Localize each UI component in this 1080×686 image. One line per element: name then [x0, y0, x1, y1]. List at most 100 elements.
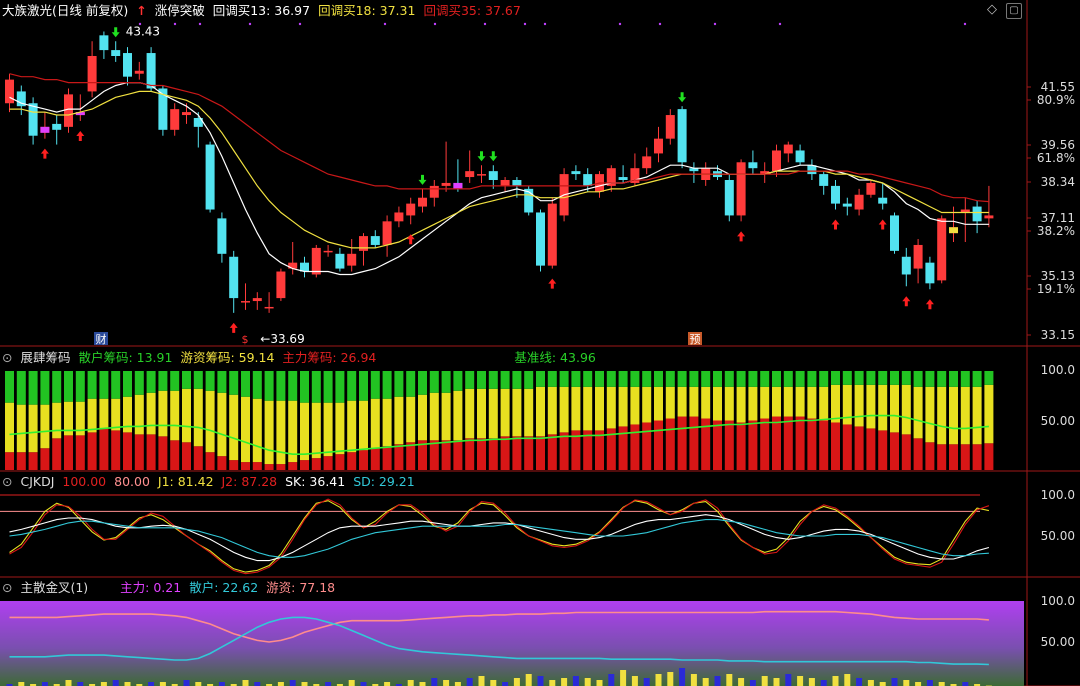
main-force-bar — [926, 680, 933, 686]
candle-body[interactable] — [394, 212, 404, 222]
sell-arrow-icon — [678, 92, 687, 103]
panel1-name[interactable]: 展肆筹码 — [20, 350, 70, 365]
candle-body[interactable] — [819, 174, 829, 186]
candle-body[interactable] — [665, 115, 675, 139]
chip-bar — [52, 402, 62, 439]
candle-body[interactable] — [134, 70, 144, 74]
candle-body[interactable] — [182, 112, 191, 116]
candle-body[interactable] — [831, 185, 840, 204]
diamond-icon[interactable]: ◇ — [985, 3, 999, 17]
main-force-bar — [431, 678, 438, 686]
candle-body[interactable] — [87, 56, 97, 92]
candle-body[interactable] — [724, 180, 734, 216]
candle-body[interactable] — [418, 197, 427, 207]
candle-body[interactable] — [571, 171, 581, 175]
candle-body[interactable] — [370, 236, 380, 245]
candle-body[interactable] — [842, 203, 852, 207]
signal-candle[interactable] — [40, 126, 50, 133]
candle-body[interactable] — [123, 53, 132, 77]
candle-body[interactable] — [500, 180, 510, 186]
candle-body[interactable] — [748, 162, 758, 169]
candle-body[interactable] — [241, 301, 250, 303]
candle-body[interactable] — [583, 174, 593, 186]
candle-body[interactable] — [382, 221, 392, 245]
candle-body[interactable] — [866, 182, 876, 195]
candle-body[interactable] — [890, 215, 899, 251]
candle-body[interactable] — [335, 253, 345, 269]
candle-body[interactable] — [536, 212, 545, 266]
candle-body[interactable] — [52, 123, 62, 130]
chip-bar — [134, 371, 144, 395]
candle-body[interactable] — [972, 206, 982, 222]
marker-dot — [298, 22, 302, 26]
main-force-bar — [18, 682, 25, 686]
chip-bar — [748, 420, 758, 470]
candle-body[interactable] — [913, 244, 923, 269]
candle-body[interactable] — [477, 174, 486, 176]
candle-body[interactable] — [146, 53, 156, 89]
stock-title[interactable]: 大族激光(日线 前复权) — [2, 3, 128, 18]
chip-bar — [205, 452, 215, 470]
candle-body[interactable] — [512, 180, 522, 186]
main-force-bar — [856, 678, 863, 686]
candle-body[interactable] — [99, 35, 109, 51]
event-badge-yu[interactable]: 预 — [688, 332, 702, 346]
candle-body[interactable] — [488, 171, 498, 180]
panel-toggle-button[interactable]: ▢ — [1006, 3, 1022, 19]
candle-body[interactable] — [347, 253, 357, 266]
signal-candle[interactable] — [949, 227, 958, 234]
chip-bar — [547, 371, 557, 387]
candle-body[interactable] — [359, 236, 368, 251]
candle-body[interactable] — [28, 103, 38, 136]
marker-dot — [483, 22, 487, 26]
chip-bar — [606, 386, 616, 429]
candle-body[interactable] — [311, 247, 321, 275]
candle-body[interactable] — [937, 218, 947, 281]
panel3-name[interactable]: 主散金叉(1) — [20, 580, 88, 595]
collapse-icon[interactable]: ⊙ — [2, 474, 12, 489]
candle-body[interactable] — [772, 150, 781, 172]
candle-body[interactable] — [854, 194, 864, 210]
candle-body[interactable] — [205, 144, 215, 210]
candle-body[interactable] — [736, 162, 746, 216]
candle-body[interactable] — [642, 156, 652, 169]
candle-body[interactable] — [984, 215, 994, 219]
candle-body[interactable] — [111, 50, 121, 56]
candle-body[interactable] — [170, 109, 180, 130]
candle-body[interactable] — [878, 197, 888, 204]
candle-body[interactable] — [406, 203, 416, 216]
candle-body[interactable] — [795, 150, 805, 163]
candle-body[interactable] — [783, 144, 793, 154]
candle-body[interactable] — [5, 79, 14, 104]
candle-body[interactable] — [323, 250, 333, 253]
candle-body[interactable] — [441, 182, 451, 186]
candle-body[interactable] — [429, 185, 439, 198]
candle-body[interactable] — [547, 203, 557, 266]
chip-bar — [984, 384, 994, 444]
chip-bar — [536, 386, 545, 437]
indicator-name[interactable]: 涨停突破 — [155, 3, 205, 18]
event-badge-cai[interactable]: 财 — [94, 332, 108, 346]
candle-body[interactable] — [229, 256, 239, 299]
candle-body[interactable] — [901, 256, 911, 275]
candle-body[interactable] — [264, 306, 274, 309]
signal-candle[interactable] — [453, 182, 463, 189]
event-badge-s[interactable]: $ — [238, 332, 252, 346]
chip-bar — [16, 371, 26, 405]
candle-body[interactable] — [64, 94, 73, 127]
panel2-name[interactable]: CJKDJ — [20, 474, 54, 489]
candle-body[interactable] — [618, 177, 628, 180]
candle-body[interactable] — [252, 298, 262, 302]
chip-bar — [170, 440, 180, 470]
candle-body[interactable] — [465, 171, 475, 178]
candle-body[interactable] — [217, 218, 227, 254]
chip-bar — [252, 398, 262, 463]
collapse-icon[interactable]: ⊙ — [2, 580, 12, 595]
candle-body[interactable] — [654, 138, 663, 154]
candle-body[interactable] — [276, 271, 286, 299]
candle-body[interactable] — [925, 262, 935, 284]
chip-bar — [87, 432, 97, 470]
up-arrow-icon: ↑ — [136, 3, 147, 18]
candle-body[interactable] — [677, 109, 687, 163]
collapse-icon[interactable]: ⊙ — [2, 350, 12, 365]
